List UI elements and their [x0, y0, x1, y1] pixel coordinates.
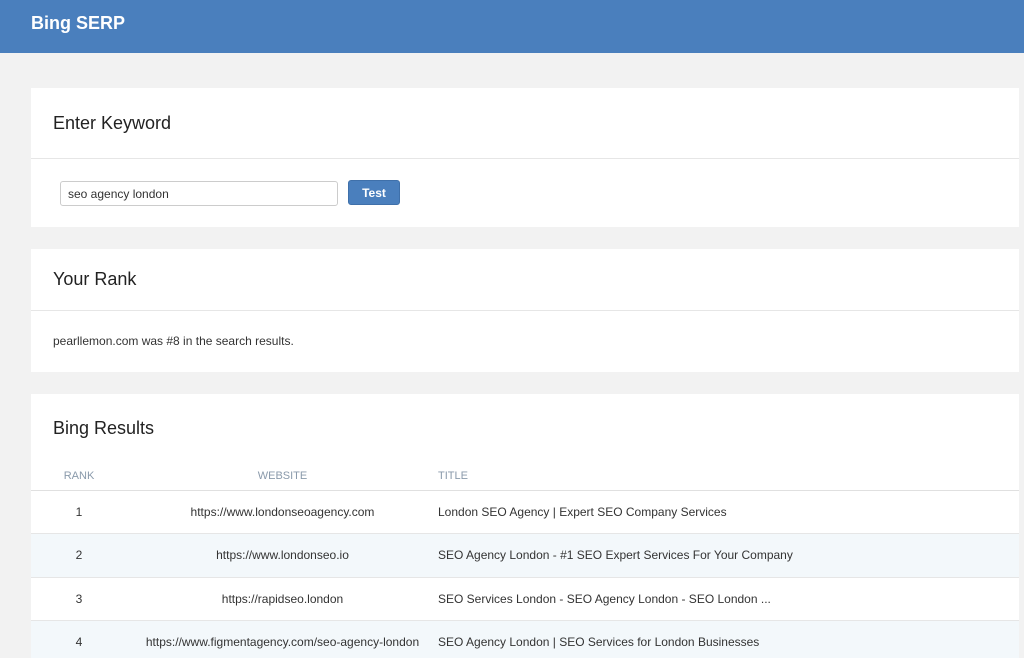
results-table: RANK WEBSITE TITLE 1 https://www.londons… — [31, 462, 1019, 658]
rank-message: pearllemon.com was #8 in the search resu… — [53, 334, 294, 348]
title-cell: SEO Agency London - #1 SEO Expert Servic… — [438, 533, 1019, 578]
title-cell: SEO Agency London | SEO Services for Lon… — [438, 620, 1019, 658]
column-header-rank: RANK — [31, 462, 127, 491]
table-row: 3 https://rapidseo.london SEO Services L… — [31, 577, 1019, 621]
test-button[interactable]: Test — [348, 180, 400, 205]
enter-keyword-heading: Enter Keyword — [53, 113, 172, 133]
top-navbar: Bing SERP — [0, 0, 1024, 53]
app-title[interactable]: Bing SERP — [31, 13, 125, 34]
title-cell: SEO Services London - SEO Agency London … — [438, 577, 1019, 621]
table-row: 1 https://www.londonseoagency.com London… — [31, 490, 1019, 534]
column-header-website: WEBSITE — [127, 462, 438, 491]
website-cell: https://www.londonseo.io — [127, 533, 438, 578]
your-rank-card: Your Rank pearllemon.com was #8 in the s… — [31, 249, 1019, 372]
table-row: 2 https://www.londonseo.io SEO Agency Lo… — [31, 533, 1019, 578]
table-row: 4 https://www.figmentagency.com/seo-agen… — [31, 620, 1019, 658]
title-cell: London SEO Agency | Expert SEO Company S… — [438, 490, 1019, 534]
rank-cell: 2 — [31, 533, 127, 578]
keyword-input[interactable] — [60, 181, 338, 206]
keyword-form: Test — [31, 159, 1019, 227]
enter-keyword-card: Enter Keyword Test — [31, 88, 1019, 227]
website-cell: https://www.londonseoagency.com — [127, 490, 438, 534]
bing-results-card: Bing Results RANK WEBSITE TITLE 1 https:… — [31, 394, 1019, 658]
rank-cell: 4 — [31, 620, 127, 658]
column-header-title: TITLE — [438, 462, 1019, 491]
website-cell: https://rapidseo.london — [127, 577, 438, 621]
table-header-row: RANK WEBSITE TITLE — [31, 462, 1019, 491]
your-rank-heading: Your Rank — [53, 269, 137, 289]
website-cell: https://www.figmentagency.com/seo-agency… — [127, 620, 438, 658]
bing-results-heading: Bing Results — [53, 418, 155, 438]
rank-cell: 3 — [31, 577, 127, 621]
rank-cell: 1 — [31, 490, 127, 534]
